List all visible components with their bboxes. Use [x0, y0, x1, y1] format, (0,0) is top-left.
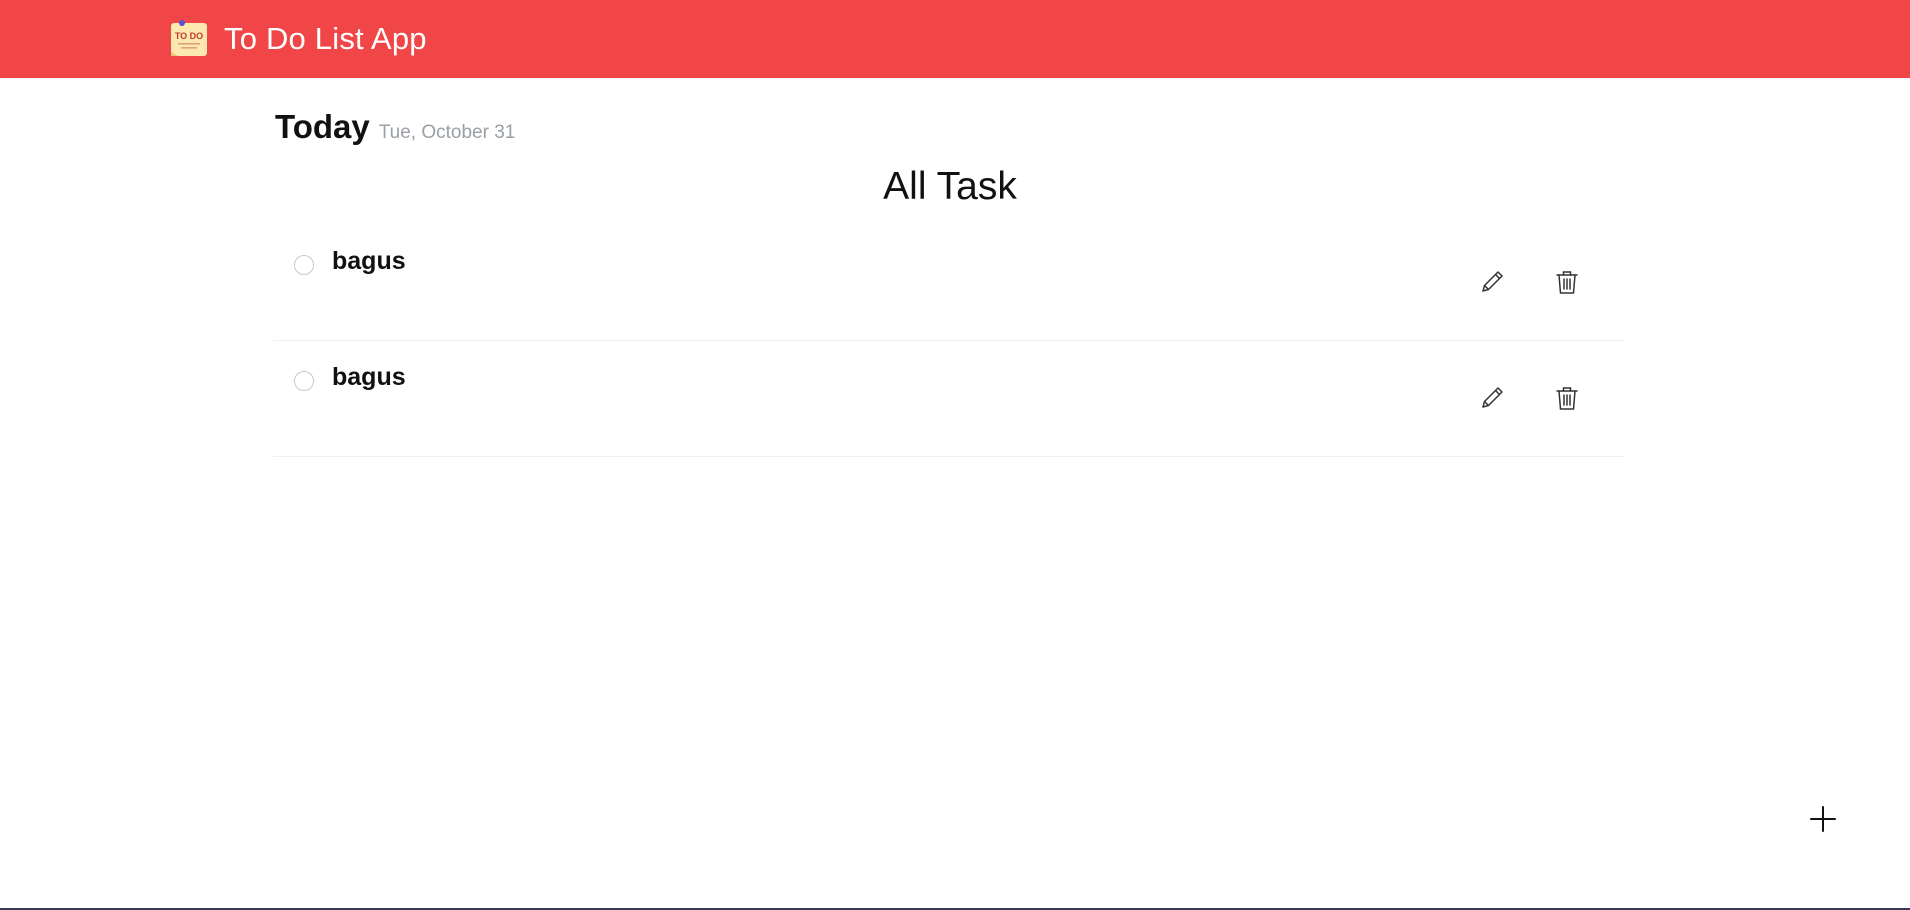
task-complete-checkbox[interactable] [294, 255, 314, 275]
edit-task-button[interactable] [1475, 267, 1509, 301]
task-item: bagus [273, 341, 1625, 457]
todo-logo-icon: TO DO [168, 19, 210, 59]
pencil-icon [1477, 267, 1507, 302]
page: TO DO To Do List App Today Tue, October … [0, 0, 1910, 910]
edit-task-button[interactable] [1475, 383, 1509, 417]
date-heading: Today Tue, October 31 [275, 108, 515, 146]
current-date: Tue, October 31 [378, 122, 516, 143]
pencil-icon [1477, 383, 1507, 418]
section-title: All Task [883, 165, 1017, 208]
task-list: bagus bagus [273, 225, 1625, 457]
task-item: bagus [273, 225, 1625, 341]
task-title: bagus [332, 247, 406, 275]
task-title: bagus [332, 363, 406, 391]
task-complete-checkbox[interactable] [294, 371, 314, 391]
svg-text:TO DO: TO DO [175, 31, 203, 41]
trash-icon [1552, 383, 1582, 418]
top-bar: TO DO To Do List App [0, 0, 1910, 78]
app-brand[interactable]: TO DO To Do List App [168, 17, 427, 61]
delete-task-button[interactable] [1550, 383, 1584, 417]
app-title: To Do List App [224, 21, 427, 56]
today-label: Today [275, 108, 370, 145]
plus-icon [1808, 804, 1838, 839]
trash-icon [1552, 267, 1582, 302]
add-task-button[interactable] [1805, 803, 1841, 839]
delete-task-button[interactable] [1550, 267, 1584, 301]
